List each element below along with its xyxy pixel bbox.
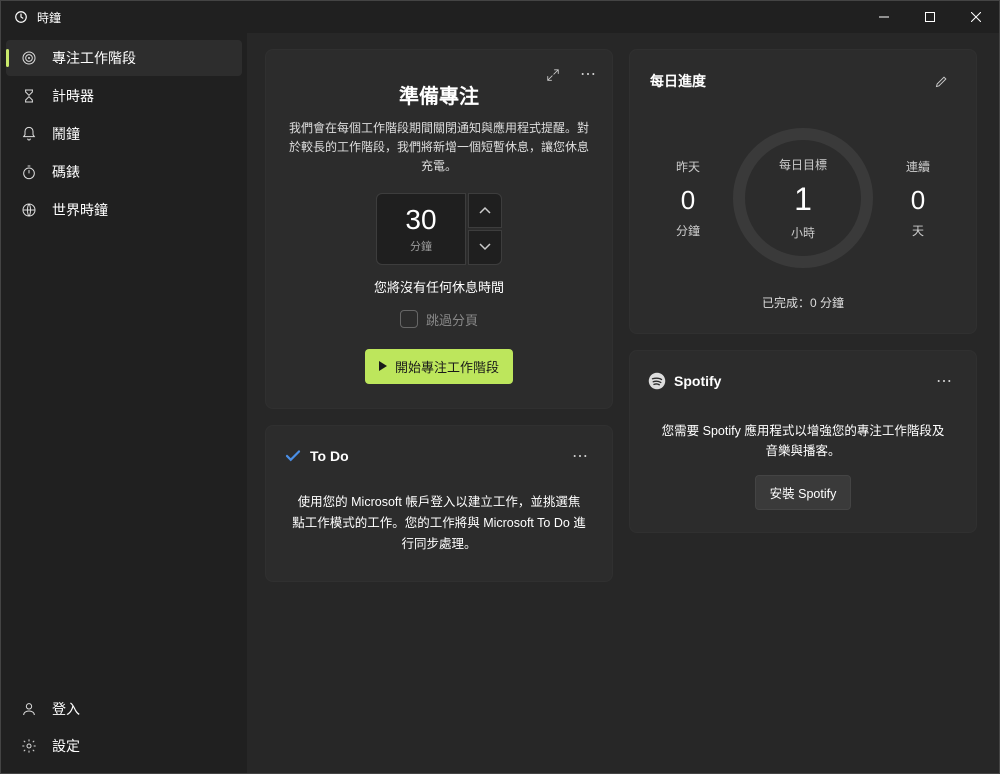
nav-label: 計時器 (52, 86, 94, 106)
gear-icon (20, 737, 38, 755)
nav-label: 碼錶 (52, 162, 80, 182)
more-button[interactable]: ⋯ (566, 442, 594, 470)
nav-label: 鬧鐘 (52, 124, 80, 144)
main-content: ⋯ 準備專注 我們會在每個工作階段期間關閉通知與應用程式提醒。對於較長的工作階段… (247, 33, 999, 773)
completed-text: 已完成：0 分鐘 (650, 294, 956, 311)
focus-description: 我們會在每個工作階段期間關閉通知與應用程式提醒。對於較長的工作階段，我們將新增一… (286, 119, 592, 177)
sidebar: 專注工作階段 計時器 鬧鐘 碼錶 世界時鐘 登入 設定 (1, 33, 247, 773)
bell-icon (20, 125, 38, 143)
spotify-card: Spotify ⋯ 您需要 Spotify 應用程式以增強您的專注工作階段及音樂… (629, 350, 977, 533)
spotify-body: 您需要 Spotify 應用程式以增強您的專注工作階段及音樂與播客。 (648, 417, 958, 475)
close-button[interactable] (953, 1, 999, 33)
sidebar-item-focus[interactable]: 專注工作階段 (6, 40, 242, 76)
decrease-button[interactable] (468, 230, 502, 265)
todo-title: To Do (310, 448, 349, 464)
nav-label: 世界時鐘 (52, 200, 108, 220)
target-icon (20, 49, 38, 67)
sidebar-item-worldclock[interactable]: 世界時鐘 (6, 192, 242, 228)
app-title: 時鐘 (37, 9, 61, 26)
more-button[interactable]: ⋯ (574, 60, 602, 88)
todo-body: 使用您的 Microsoft 帳戶登入以建立工作，並挑選焦點工作模式的工作。您的… (284, 492, 594, 556)
titlebar: 時鐘 (1, 1, 999, 33)
maximize-button[interactable] (907, 1, 953, 33)
person-icon (20, 700, 38, 718)
increase-button[interactable] (468, 193, 502, 228)
todo-card: To Do ⋯ 使用您的 Microsoft 帳戶登入以建立工作，並挑選焦點工作… (265, 425, 613, 583)
more-button[interactable]: ⋯ (930, 367, 958, 395)
stat-yesterday: 昨天 0 分鐘 (658, 158, 718, 239)
stat-streak: 連續 0 天 (888, 158, 948, 239)
minimize-button[interactable] (861, 1, 907, 33)
hourglass-icon (20, 87, 38, 105)
nav-label: 登入 (52, 699, 80, 719)
install-spotify-button[interactable]: 安裝 Spotify (755, 475, 852, 510)
nav-label: 設定 (52, 736, 80, 756)
sidebar-settings[interactable]: 設定 (6, 728, 242, 764)
compact-view-button[interactable] (538, 60, 568, 90)
nav-label: 專注工作階段 (52, 48, 136, 68)
sidebar-item-alarm[interactable]: 鬧鐘 (6, 116, 242, 152)
skip-breaks-checkbox[interactable] (400, 310, 418, 328)
spotify-icon (648, 372, 666, 390)
daily-progress-card: 每日進度 昨天 0 分鐘 每日目標 1 小時 (629, 49, 977, 334)
start-label: 開始專注工作階段 (395, 357, 499, 376)
clock-app-icon (13, 9, 29, 25)
skip-breaks-label: 跳過分頁 (426, 310, 478, 329)
duration-value: 30 (405, 204, 436, 236)
spotify-title: Spotify (674, 373, 721, 389)
duration-display[interactable]: 30 分鐘 (376, 193, 466, 265)
break-info: 您將沒有任何休息時間 (286, 277, 592, 296)
stopwatch-icon (20, 163, 38, 181)
start-focus-button[interactable]: 開始專注工作階段 (365, 349, 513, 384)
globe-icon (20, 201, 38, 219)
edit-button[interactable] (926, 66, 956, 96)
sidebar-signin[interactable]: 登入 (6, 691, 242, 727)
focus-card: ⋯ 準備專注 我們會在每個工作階段期間關閉通知與應用程式提醒。對於較長的工作階段… (265, 49, 613, 409)
progress-title: 每日進度 (650, 71, 706, 91)
sidebar-item-stopwatch[interactable]: 碼錶 (6, 154, 242, 190)
goal-ring: 每日目標 1 小時 (725, 120, 881, 276)
duration-picker: 30 分鐘 (286, 193, 592, 265)
play-icon (379, 361, 387, 371)
todo-icon (284, 447, 302, 465)
duration-unit: 分鐘 (410, 238, 432, 254)
sidebar-item-timer[interactable]: 計時器 (6, 78, 242, 114)
